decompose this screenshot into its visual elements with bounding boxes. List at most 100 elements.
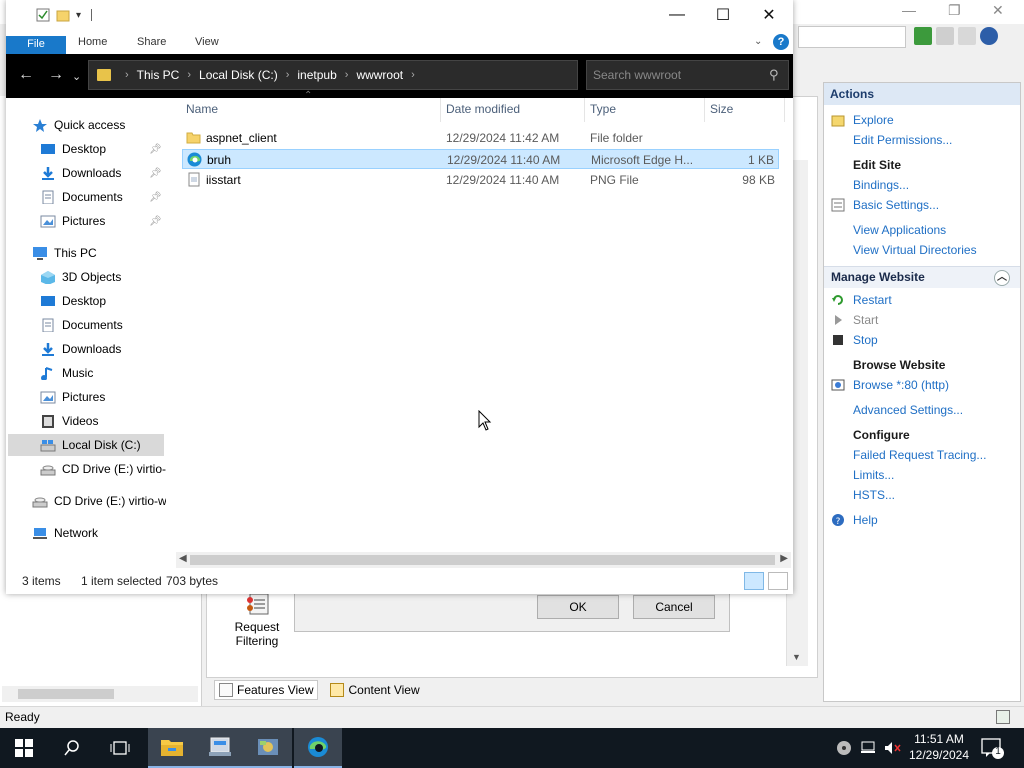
advanced-settings-link[interactable]: Advanced Settings... bbox=[853, 403, 963, 417]
forward-arrow-icon[interactable]: → bbox=[48, 66, 64, 84]
expand-ribbon-icon[interactable]: ⌄ bbox=[754, 36, 762, 47]
stop-link[interactable]: Stop bbox=[853, 333, 878, 347]
volume-muted-icon[interactable] bbox=[884, 740, 902, 756]
tab-content-view[interactable]: Content View bbox=[326, 681, 423, 699]
file-row-aspnet-client[interactable]: aspnet_client 12/29/2024 11:42 AM File f… bbox=[182, 128, 779, 148]
ribbon-tab-view[interactable]: View bbox=[195, 36, 219, 48]
connections-scrollbar[interactable] bbox=[2, 686, 198, 702]
address-bar[interactable]: › This PC › Local Disk (C:) › inetpub › … bbox=[88, 60, 654, 90]
disc-icon[interactable] bbox=[836, 740, 852, 756]
taskbar-server-manager[interactable] bbox=[196, 728, 244, 768]
file-row-bruh[interactable]: bruh 12/29/2024 11:40 AM Microsoft Edge … bbox=[182, 149, 779, 169]
scroll-left-icon[interactable]: ◀ bbox=[179, 553, 187, 564]
column-divider[interactable] bbox=[784, 98, 785, 122]
details-view-icon[interactable] bbox=[744, 572, 764, 590]
column-name[interactable]: Name bbox=[186, 102, 218, 116]
minimize-button[interactable]: — bbox=[654, 0, 700, 30]
clock[interactable]: 11:51 AM 12/29/2024 bbox=[906, 731, 972, 763]
maximize-button[interactable]: ☐ bbox=[700, 0, 746, 30]
iis-minimize-button[interactable]: — bbox=[902, 2, 916, 18]
failed-request-tracing-link[interactable]: Failed Request Tracing... bbox=[853, 448, 986, 462]
column-date-modified[interactable]: Date modified bbox=[446, 102, 520, 116]
iis-close-button[interactable]: ✕ bbox=[992, 2, 1004, 19]
stop-square-icon bbox=[833, 335, 843, 345]
view-applications-link[interactable]: View Applications bbox=[853, 223, 946, 237]
edit-permissions-link[interactable]: Edit Permissions... bbox=[853, 133, 952, 147]
tab-features-view[interactable]: Features View bbox=[214, 680, 319, 700]
browse-80-link[interactable]: Browse *:80 (http) bbox=[853, 378, 949, 392]
chevron-right-icon[interactable]: › bbox=[286, 69, 290, 81]
iis-restore-button[interactable]: ❐ bbox=[948, 2, 961, 19]
explorer-titlebar[interactable]: ▾ — ☐ ✕ bbox=[6, 0, 793, 32]
ribbon-tab-home[interactable]: Home bbox=[78, 36, 107, 48]
close-button[interactable]: ✕ bbox=[746, 0, 792, 30]
pin-icon[interactable]: 📌︎ bbox=[149, 144, 162, 155]
back-arrow-icon[interactable]: ← bbox=[18, 66, 34, 84]
limits-link[interactable]: Limits... bbox=[853, 468, 894, 482]
pin-icon[interactable]: 📌︎ bbox=[149, 192, 162, 203]
restart-link[interactable]: Restart bbox=[853, 293, 892, 307]
go-icon[interactable] bbox=[914, 27, 932, 45]
properties-icon[interactable] bbox=[36, 8, 50, 22]
breadcrumb-inetpub[interactable]: inetpub bbox=[297, 68, 336, 82]
nav-this-pc[interactable]: This PC bbox=[32, 242, 192, 264]
chevron-right-icon[interactable]: › bbox=[345, 69, 349, 81]
column-divider[interactable] bbox=[440, 98, 441, 122]
cancel-button[interactable]: Cancel bbox=[633, 595, 715, 619]
qat-dropdown-icon[interactable]: ▾ bbox=[76, 10, 81, 21]
notification-center-button[interactable]: 1 bbox=[980, 736, 1004, 760]
taskbar-iis-manager[interactable] bbox=[244, 728, 292, 768]
nav-network[interactable]: Network bbox=[32, 522, 192, 544]
view-virtual-directories-link[interactable]: View Virtual Directories bbox=[853, 243, 977, 257]
scroll-right-icon[interactable]: ▶ bbox=[780, 553, 788, 564]
search-button[interactable] bbox=[48, 728, 96, 768]
help-link[interactable]: Help bbox=[853, 513, 878, 527]
column-size[interactable]: Size bbox=[710, 102, 733, 116]
explore-link[interactable]: Explore bbox=[853, 113, 894, 127]
basic-settings-link[interactable]: Basic Settings... bbox=[853, 198, 939, 212]
new-folder-icon[interactable] bbox=[56, 8, 70, 22]
taskbar-edge[interactable] bbox=[294, 728, 342, 768]
file-row-iisstart[interactable]: iisstart 12/29/2024 11:40 AM PNG File 98… bbox=[182, 170, 779, 190]
nav-cd-drive[interactable]: CD Drive (E:) virtio-w bbox=[32, 490, 166, 512]
large-icons-view-icon[interactable] bbox=[768, 572, 788, 590]
column-divider[interactable] bbox=[704, 98, 705, 122]
help-icon[interactable] bbox=[980, 27, 998, 45]
column-divider[interactable] bbox=[584, 98, 585, 122]
collapse-icon[interactable]: ︿ bbox=[994, 270, 1010, 286]
search-box[interactable]: ⚲ bbox=[586, 60, 789, 90]
nav-quick-access[interactable]: Quick access bbox=[32, 114, 192, 136]
taskbar-file-explorer[interactable] bbox=[148, 728, 196, 768]
scroll-down-icon[interactable]: ▼ bbox=[792, 652, 801, 662]
nav-local-disk[interactable]: Local Disk (C:) bbox=[8, 434, 164, 456]
chevron-right-icon[interactable]: › bbox=[187, 69, 191, 81]
task-view-button[interactable] bbox=[96, 728, 144, 768]
search-input[interactable] bbox=[593, 67, 763, 83]
chevron-right-icon[interactable]: › bbox=[411, 69, 415, 81]
hsts-link[interactable]: HSTS... bbox=[853, 488, 895, 502]
ok-button[interactable]: OK bbox=[537, 595, 619, 619]
start-button[interactable] bbox=[0, 728, 48, 768]
breadcrumb-this-pc[interactable]: This PC bbox=[137, 68, 180, 82]
nav-cd-drive-sub[interactable]: CD Drive (E:) virtio-w bbox=[40, 458, 166, 480]
manage-website-section[interactable]: Manage Website ︿ bbox=[824, 266, 1020, 288]
horizontal-scrollbar[interactable]: ◀ ▶ bbox=[176, 552, 791, 568]
chevron-right-icon[interactable]: › bbox=[125, 69, 129, 81]
pin-icon[interactable]: 📌︎ bbox=[149, 168, 162, 179]
request-filtering-feature[interactable]: Request Filtering bbox=[222, 592, 292, 648]
search-icon[interactable]: ⚲ bbox=[769, 67, 779, 83]
explorer-help-icon[interactable]: ? bbox=[773, 34, 789, 50]
ribbon-tab-share[interactable]: Share bbox=[137, 36, 166, 48]
refresh-icon[interactable] bbox=[958, 27, 976, 45]
iis-address-field[interactable] bbox=[798, 26, 906, 48]
network-icon[interactable] bbox=[860, 740, 876, 756]
breadcrumb-local-disk[interactable]: Local Disk (C:) bbox=[199, 68, 278, 82]
column-type[interactable]: Type bbox=[590, 102, 616, 116]
pin-icon[interactable]: 📌︎ bbox=[149, 216, 162, 227]
ribbon-tab-file[interactable]: File bbox=[6, 36, 66, 54]
scrollbar-thumb[interactable] bbox=[190, 555, 775, 565]
recent-locations-icon[interactable]: ⌄ bbox=[72, 70, 81, 83]
breadcrumb-wwwroot[interactable]: wwwroot bbox=[356, 68, 403, 82]
stop-icon[interactable] bbox=[936, 27, 954, 45]
bindings-link[interactable]: Bindings... bbox=[853, 178, 909, 192]
